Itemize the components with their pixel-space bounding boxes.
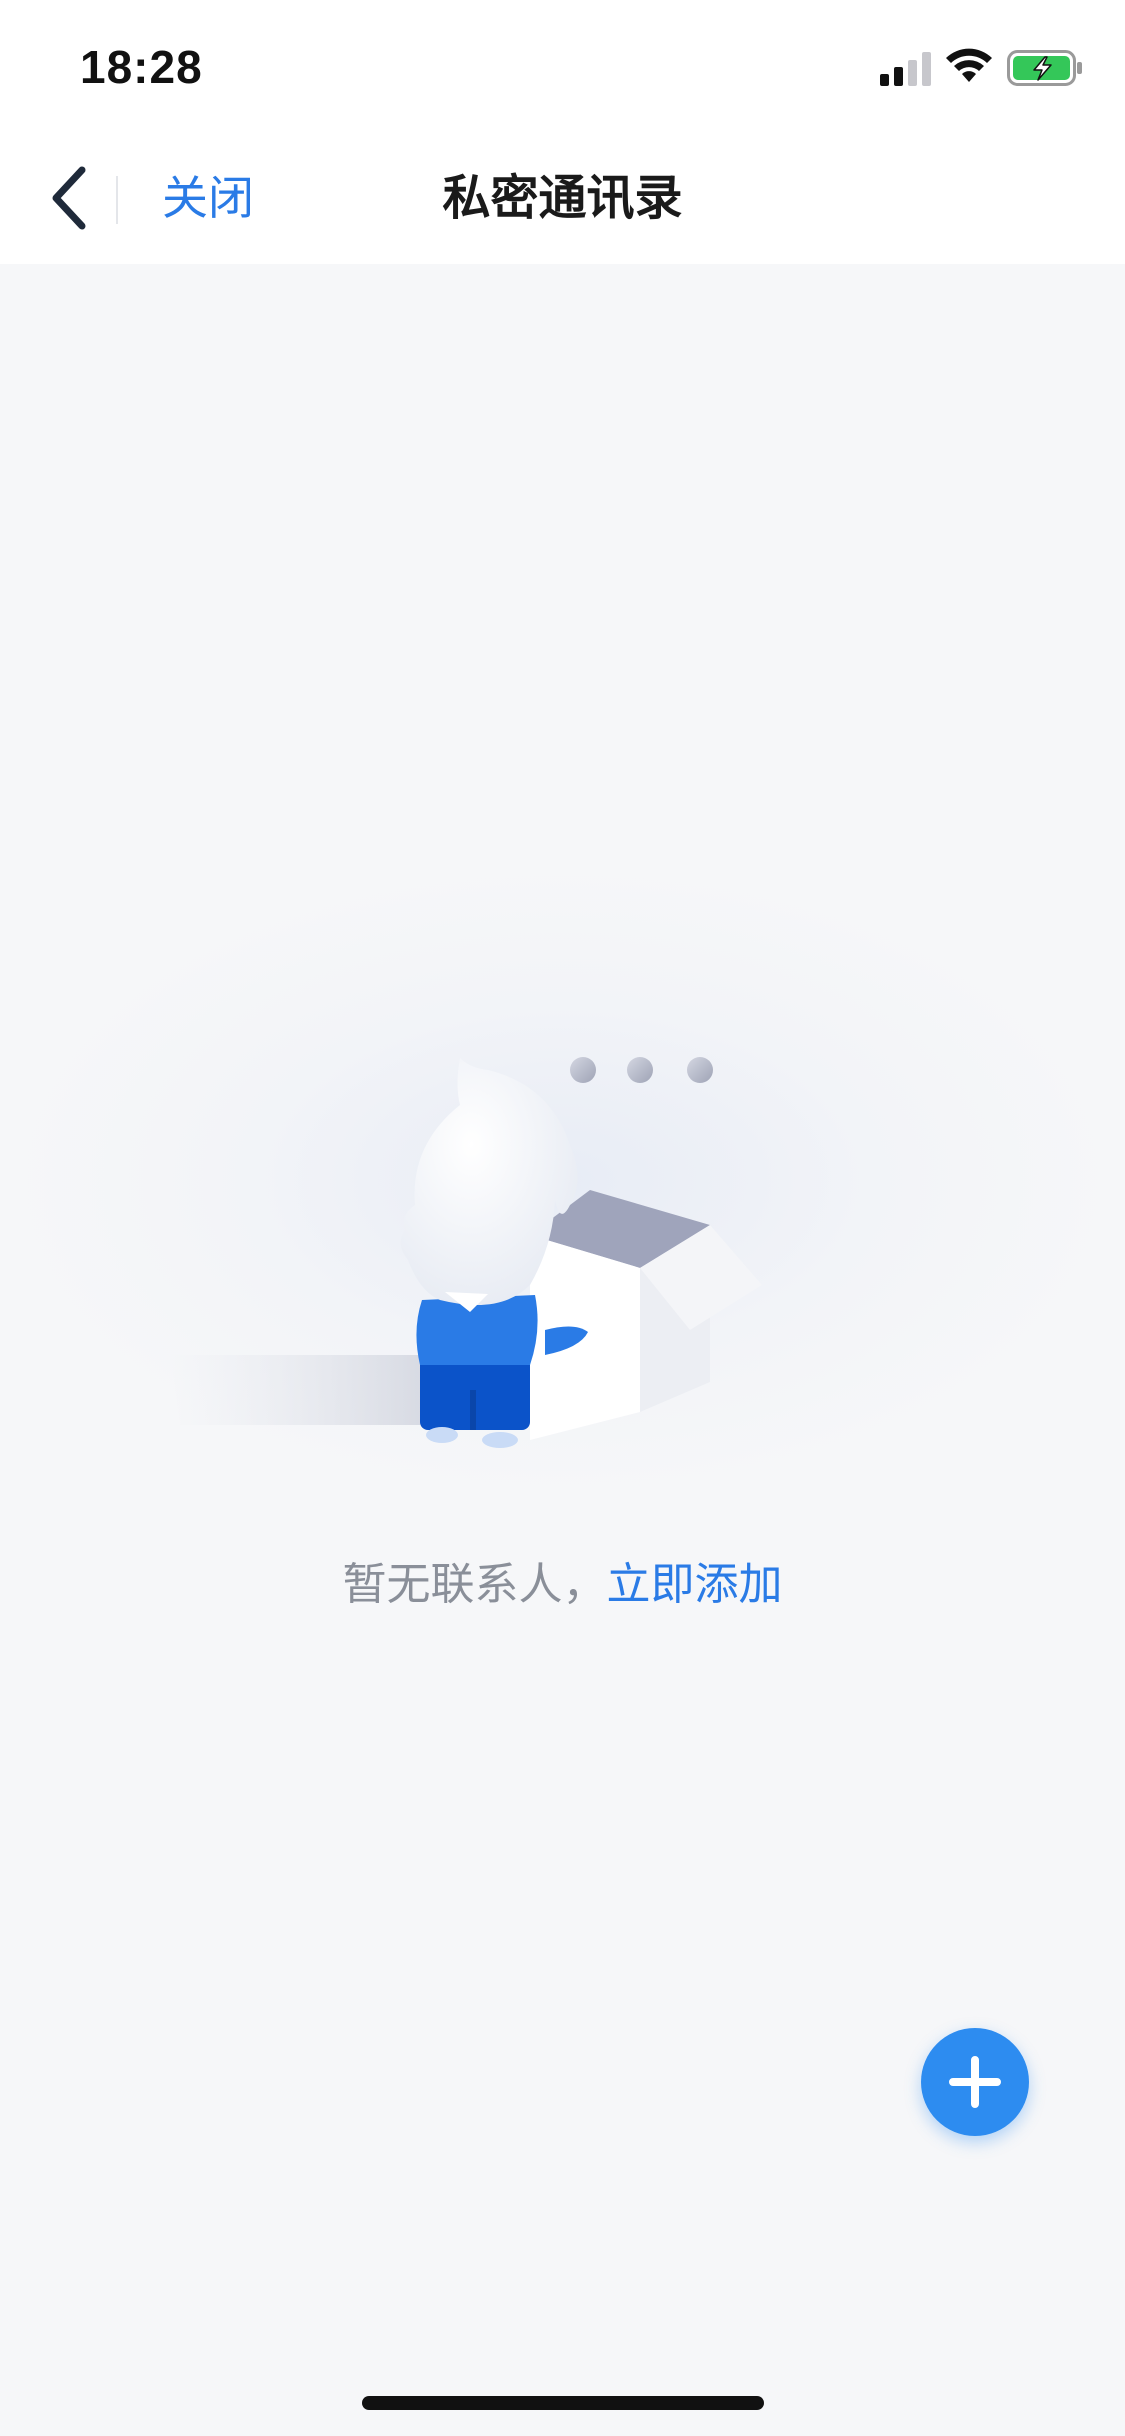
- add-contact-button[interactable]: [921, 2028, 1029, 2136]
- home-indicator: [362, 2396, 764, 2410]
- empty-state-message: 暂无联系人，立即添加: [0, 1555, 1125, 1615]
- signal-icon: [880, 52, 931, 86]
- page-title: 私密通讯录: [442, 170, 683, 226]
- no-contacts-text: 暂无联系人，: [342, 1559, 607, 1610]
- add-now-link[interactable]: 立即添加: [607, 1559, 783, 1610]
- plus-icon: [949, 2056, 1001, 2108]
- status-time: 18:28: [80, 41, 203, 93]
- status-bar: 18:28: [0, 0, 1125, 132]
- empty-contacts-illustration: [170, 1057, 762, 1448]
- battery-charging-icon: [1007, 50, 1082, 86]
- wifi-icon: [946, 48, 992, 82]
- nav-bar: 关闭 私密通讯录: [0, 132, 1125, 264]
